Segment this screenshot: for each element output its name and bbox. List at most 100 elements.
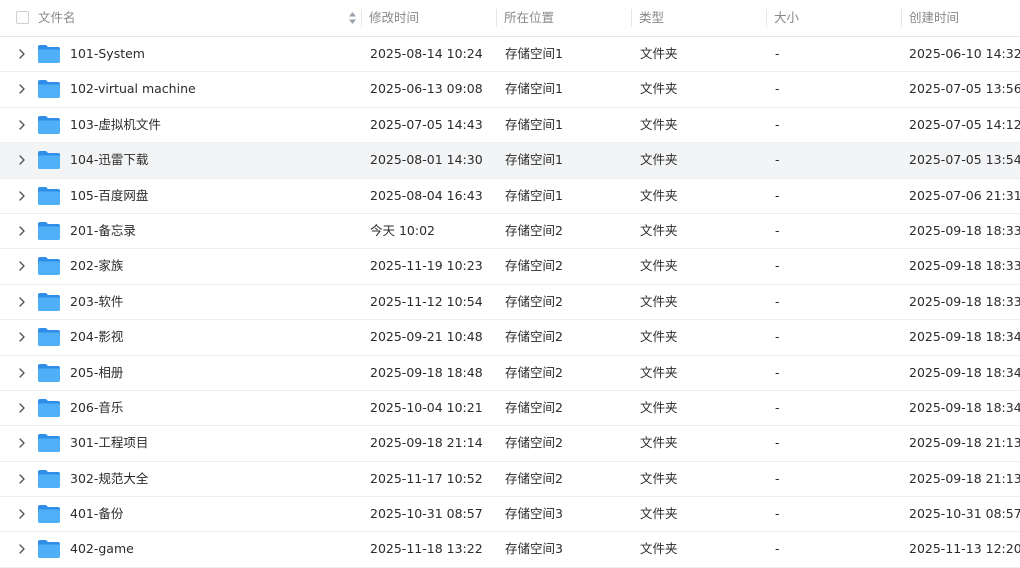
file-type: 文件夹 bbox=[640, 187, 678, 203]
sort-icon[interactable] bbox=[348, 10, 357, 26]
folder-icon bbox=[38, 45, 60, 63]
table-row[interactable]: 102-virtual machine 2025-06-13 09:08 存储空… bbox=[0, 72, 1020, 108]
modified-time: 2025-06-13 09:08 bbox=[370, 81, 483, 97]
modified-time: 2025-07-05 14:43 bbox=[370, 116, 483, 132]
chevron-right-icon[interactable] bbox=[17, 225, 27, 237]
created-time: 2025-09-18 18:34 bbox=[909, 364, 1020, 380]
created-time: 2025-09-18 21:13 bbox=[909, 435, 1020, 451]
table-row[interactable]: 104-迅雷下载 2025-08-01 14:30 存储空间1 文件夹 - 20… bbox=[0, 143, 1020, 179]
column-header-created[interactable]: 创建时间 bbox=[909, 0, 959, 36]
file-size: - bbox=[775, 222, 780, 238]
chevron-right-icon[interactable] bbox=[17, 190, 27, 202]
chevron-right-icon[interactable] bbox=[17, 119, 27, 131]
table-row[interactable]: 202-家族 2025-11-19 10:23 存储空间2 文件夹 - 2025… bbox=[0, 249, 1020, 285]
table-row[interactable]: 301-工程项目 2025-09-18 21:14 存储空间2 文件夹 - 20… bbox=[0, 426, 1020, 462]
column-header-name[interactable]: 文件名 bbox=[38, 0, 76, 36]
file-size: - bbox=[775, 187, 780, 203]
file-name[interactable]: 301-工程项目 bbox=[70, 426, 148, 460]
file-size: - bbox=[775, 541, 780, 557]
file-size: - bbox=[775, 399, 780, 415]
location: 存储空间1 bbox=[505, 152, 563, 168]
file-list-header: 文件名 修改时间 所在位置 类型 大小 创建时间 bbox=[0, 0, 1020, 37]
modified-time: 2025-09-18 21:14 bbox=[370, 435, 483, 451]
file-name[interactable]: 101-System bbox=[70, 37, 145, 71]
modified-time: 2025-10-04 10:21 bbox=[370, 399, 483, 415]
folder-icon bbox=[38, 292, 60, 311]
file-type: 文件夹 bbox=[640, 329, 678, 345]
location: 存储空间2 bbox=[505, 329, 563, 345]
file-type: 文件夹 bbox=[640, 364, 678, 380]
file-name[interactable]: 204-影视 bbox=[70, 320, 123, 354]
column-header-type[interactable]: 类型 bbox=[639, 0, 664, 36]
file-name[interactable]: 302-规范大全 bbox=[70, 462, 148, 496]
file-size: - bbox=[775, 364, 780, 380]
chevron-right-icon[interactable] bbox=[17, 437, 27, 449]
folder-icon bbox=[38, 257, 60, 276]
chevron-right-icon[interactable] bbox=[17, 367, 27, 379]
table-row[interactable]: 402-game 2025-11-18 13:22 存储空间3 文件夹 - 20… bbox=[0, 532, 1020, 568]
file-type: 文件夹 bbox=[640, 470, 678, 486]
select-all-checkbox[interactable] bbox=[16, 11, 29, 24]
table-row[interactable]: 205-相册 2025-09-18 18:48 存储空间2 文件夹 - 2025… bbox=[0, 355, 1020, 391]
chevron-right-icon[interactable] bbox=[17, 543, 27, 555]
table-row[interactable]: 103-虚拟机文件 2025-07-05 14:43 存储空间1 文件夹 - 2… bbox=[0, 107, 1020, 144]
file-size: - bbox=[775, 116, 780, 132]
modified-time: 2025-10-31 08:57 bbox=[370, 506, 483, 522]
file-name[interactable]: 402-game bbox=[70, 532, 134, 566]
table-row[interactable]: 201-备忘录 今天 10:02 存储空间2 文件夹 - 2025-09-18 … bbox=[0, 213, 1020, 250]
folder-icon bbox=[38, 540, 60, 559]
file-name[interactable]: 102-virtual machine bbox=[70, 72, 196, 106]
table-row[interactable]: 204-影视 2025-09-21 10:48 存储空间2 文件夹 - 2025… bbox=[0, 320, 1020, 356]
table-row[interactable]: 206-音乐 2025-10-04 10:21 存储空间2 文件夹 - 2025… bbox=[0, 390, 1020, 427]
chevron-right-icon[interactable] bbox=[17, 331, 27, 343]
chevron-right-icon[interactable] bbox=[17, 48, 27, 60]
folder-icon bbox=[38, 469, 60, 488]
folder-icon bbox=[38, 221, 60, 240]
folder-icon bbox=[38, 328, 60, 347]
file-name[interactable]: 201-备忘录 bbox=[70, 214, 136, 248]
table-row[interactable]: 302-规范大全 2025-11-17 10:52 存储空间2 文件夹 - 20… bbox=[0, 461, 1020, 498]
file-name[interactable]: 203-软件 bbox=[70, 285, 123, 319]
table-row[interactable]: 401-备份 2025-10-31 08:57 存储空间3 文件夹 - 2025… bbox=[0, 497, 1020, 533]
created-time: 2025-07-05 14:12 bbox=[909, 116, 1020, 132]
modified-time: 2025-08-04 16:43 bbox=[370, 187, 483, 203]
column-divider[interactable] bbox=[901, 9, 902, 27]
folder-icon bbox=[38, 363, 60, 382]
table-row[interactable]: 101-System 2025-08-14 10:24 存储空间1 文件夹 - … bbox=[0, 37, 1020, 73]
created-time: 2025-09-18 21:13 bbox=[909, 470, 1020, 486]
folder-icon bbox=[38, 151, 60, 170]
folder-icon bbox=[38, 80, 60, 99]
chevron-right-icon[interactable] bbox=[17, 296, 27, 308]
column-header-size[interactable]: 大小 bbox=[774, 0, 799, 36]
location: 存储空间2 bbox=[505, 258, 563, 274]
column-divider[interactable] bbox=[766, 9, 767, 27]
file-name[interactable]: 103-虚拟机文件 bbox=[70, 108, 161, 142]
folder-icon bbox=[38, 398, 60, 417]
column-header-location[interactable]: 所在位置 bbox=[504, 0, 554, 36]
file-name[interactable]: 206-音乐 bbox=[70, 391, 123, 425]
chevron-right-icon[interactable] bbox=[17, 473, 27, 485]
file-type: 文件夹 bbox=[640, 222, 678, 238]
file-name[interactable]: 104-迅雷下载 bbox=[70, 143, 148, 177]
column-divider[interactable] bbox=[631, 9, 632, 27]
table-row[interactable]: 203-软件 2025-11-12 10:54 存储空间2 文件夹 - 2025… bbox=[0, 284, 1020, 321]
file-name[interactable]: 205-相册 bbox=[70, 356, 123, 390]
folder-icon bbox=[38, 186, 60, 205]
chevron-right-icon[interactable] bbox=[17, 260, 27, 272]
file-name[interactable]: 202-家族 bbox=[70, 249, 123, 283]
chevron-right-icon[interactable] bbox=[17, 402, 27, 414]
column-divider[interactable] bbox=[496, 9, 497, 27]
chevron-right-icon[interactable] bbox=[17, 154, 27, 166]
column-header-modified[interactable]: 修改时间 bbox=[369, 0, 419, 36]
file-name[interactable]: 105-百度网盘 bbox=[70, 179, 148, 213]
column-divider[interactable] bbox=[361, 9, 362, 27]
file-name[interactable]: 401-备份 bbox=[70, 497, 123, 531]
file-size: - bbox=[775, 435, 780, 451]
location: 存储空间3 bbox=[505, 541, 563, 557]
file-type: 文件夹 bbox=[640, 541, 678, 557]
created-time: 2025-10-31 08:57 bbox=[909, 506, 1020, 522]
chevron-right-icon[interactable] bbox=[17, 83, 27, 95]
chevron-right-icon[interactable] bbox=[17, 508, 27, 520]
table-row[interactable]: 105-百度网盘 2025-08-04 16:43 存储空间1 文件夹 - 20… bbox=[0, 178, 1020, 214]
location: 存储空间2 bbox=[505, 435, 563, 451]
